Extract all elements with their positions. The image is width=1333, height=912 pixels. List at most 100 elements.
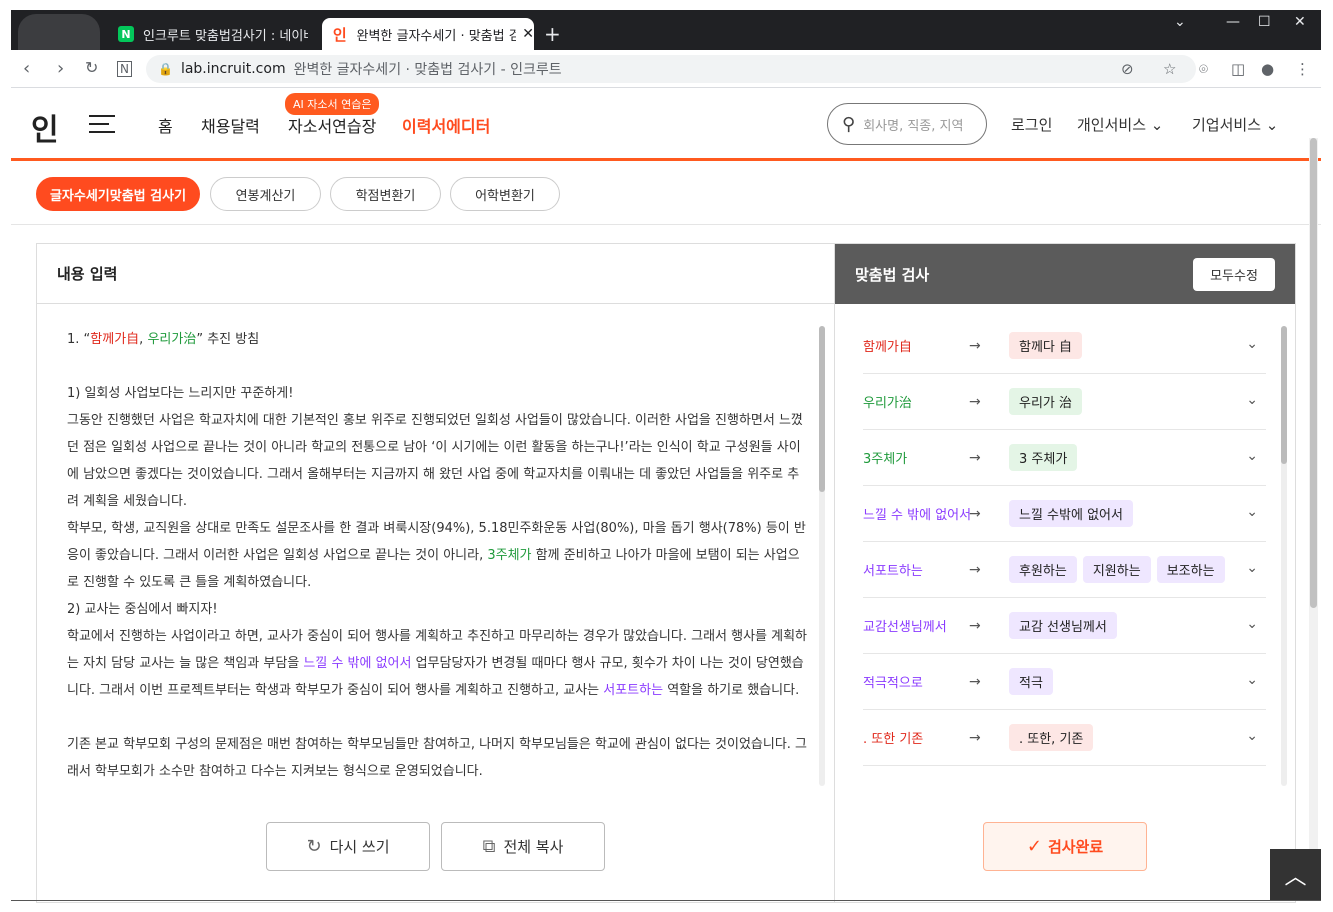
window-frame — [0, 0, 11, 912]
suggestion-chip[interactable]: 적극 — [1009, 668, 1053, 695]
error-highlight[interactable]: 서포트하는 — [603, 683, 663, 698]
error-highlight[interactable]: 우리가治 — [147, 332, 196, 347]
editor-scrollbar[interactable] — [819, 326, 825, 786]
suggestion-group: . 또한, 기존 — [1009, 724, 1094, 751]
suggestion-chip[interactable]: 보조하는 — [1156, 556, 1225, 583]
eye-off-icon[interactable]: ⊘ — [1121, 60, 1134, 78]
error-highlight[interactable]: 함께가自 — [90, 332, 139, 347]
menu-kebab-icon[interactable]: ⋮ — [1295, 60, 1310, 78]
sidepanel-icon[interactable]: ◫ — [1231, 60, 1245, 78]
incruit-favicon-icon: 인 — [332, 25, 347, 44]
error-highlight[interactable]: 느낄 수 밖에 없어서 — [303, 656, 411, 671]
suggestion-chip[interactable]: 함께다 自 — [1009, 332, 1083, 359]
chevron-down-icon[interactable]: ⌄ — [1246, 672, 1258, 688]
chevron-down-icon[interactable]: ⌄ — [1246, 336, 1258, 352]
chevron-down-icon[interactable]: ⌄ — [1246, 616, 1258, 632]
tool-tabs: 글자수세기맞춤법 검사기 연봉계산기 학점변환기 어학변환기 — [11, 162, 1321, 225]
suggestion-chip[interactable]: 지원하는 — [1082, 556, 1151, 583]
maximize-icon[interactable]: ☐ — [1258, 14, 1271, 30]
suggestion-chip[interactable]: . 또한, 기존 — [1009, 724, 1094, 751]
suggestion-chip[interactable]: 교감 선생님께서 — [1009, 612, 1117, 639]
search-input[interactable]: ⚲ 회사명, 직종, 지역 — [827, 103, 987, 145]
chevron-down-icon[interactable]: ⌄ — [1246, 560, 1258, 576]
suggestion-group: 우리가 治 — [1009, 388, 1083, 415]
screenshot-icon[interactable]: ⌾ — [1199, 60, 1208, 78]
bookmark-star-icon[interactable]: ☆ — [1163, 60, 1176, 78]
browser-toolbar: ‹ › ↻ N 🔒 lab.incruit.com 완벽한 글자수세기 · 맞춤… — [11, 50, 1321, 88]
suggestion-chip[interactable]: 3 주체가 — [1009, 444, 1078, 471]
naver-favicon-icon: N — [118, 26, 134, 42]
check-complete-button[interactable]: ✓ 검사완료 — [983, 822, 1147, 871]
nav-home[interactable]: 홈 — [158, 113, 173, 137]
tab-spellcheck[interactable]: 글자수세기맞춤법 검사기 — [36, 177, 200, 211]
tab-salary-calculator[interactable]: 연봉계산기 — [210, 177, 321, 211]
arrow-right-icon: → — [969, 729, 981, 746]
tab-search-icon[interactable]: ⌄ — [1174, 14, 1186, 30]
scroll-top-button[interactable]: ︿ — [1270, 849, 1321, 900]
lock-icon[interactable]: 🔒 — [158, 62, 173, 76]
suggestion-chip[interactable]: 우리가 治 — [1009, 388, 1083, 415]
text-editor[interactable]: 1. “함께가自, 우리가治” 추진 방침 1) 일회성 사업보다는 느리지만 … — [67, 326, 807, 785]
correction-row[interactable]: 적극적으로 → 적극 ⌄ — [863, 654, 1266, 710]
back-icon[interactable]: ‹ — [23, 58, 30, 79]
reload-icon[interactable]: ↻ — [85, 58, 98, 77]
nav-resume-editor[interactable]: 이력서에디터 — [402, 113, 490, 137]
nav-essay-practice[interactable]: 자소서연습장 — [288, 113, 376, 137]
profile-icon[interactable]: ● — [1261, 60, 1274, 78]
original-word: 함께가自 — [863, 340, 912, 355]
correction-row[interactable]: 함께가自 → 함께다 自 ⌄ — [863, 318, 1266, 374]
original-word: 3주체가 — [863, 452, 908, 467]
address-bar[interactable]: 🔒 lab.incruit.com 완벽한 글자수세기 · 맞춤법 검사기 - … — [146, 55, 1196, 83]
chevron-down-icon[interactable]: ⌄ — [1246, 448, 1258, 464]
correction-row[interactable]: 우리가治 → 우리가 治 ⌄ — [863, 374, 1266, 430]
correction-row[interactable]: . 또한 기존 → . 또한, 기존 ⌄ — [863, 710, 1266, 766]
correction-row[interactable]: 교감선생님께서 → 교감 선생님께서 ⌄ — [863, 598, 1266, 654]
check-icon: ✓ — [1026, 836, 1042, 857]
suggestion-group: 함께다 自 — [1009, 332, 1083, 359]
error-highlight[interactable]: 3주체가 — [487, 548, 531, 563]
original-word: 교감선생님께서 — [863, 620, 947, 635]
window-bottom-border — [11, 900, 1321, 901]
forward-icon[interactable]: › — [57, 58, 64, 79]
correction-scrollbar[interactable] — [1281, 326, 1287, 786]
profile-avatar[interactable] — [18, 14, 100, 50]
copy-all-button[interactable]: ⧉ 전체 복사 — [441, 822, 605, 871]
suggestion-chip[interactable]: 후원하는 — [1009, 556, 1077, 583]
spellcheck-panel: 맞춤법 검사 모두수정 함께가自 → 함께다 自 ⌄ 우리가治 → 우리가 治 ⌄ 3주체가 → 3… — [834, 243, 1296, 903]
personal-services-menu[interactable]: 개인서비스 ⌄ — [1077, 114, 1163, 135]
correction-row[interactable]: 3주체가 → 3 주체가 ⌄ — [863, 430, 1266, 486]
tab-language-converter[interactable]: 어학변환기 — [450, 177, 560, 211]
close-tab-icon[interactable]: ✕ — [522, 26, 534, 42]
text-paragraph: 학부모, 학생, 교직원을 상대로 만족도 설문조사를 한 결과 벼룩시장(94… — [67, 521, 806, 590]
spellcheck-title: 맞춤법 검사 — [855, 265, 930, 284]
page-scrollbar[interactable] — [1309, 138, 1318, 898]
suggestion-group: 느낄 수밖에 없어서 — [1009, 500, 1133, 527]
chevron-down-icon[interactable]: ⌄ — [1246, 392, 1258, 408]
hamburger-menu-icon[interactable] — [89, 115, 115, 139]
correction-row[interactable]: 서포트하는 → 후원하는 지원하는 보조하는 ⌄ — [863, 542, 1266, 598]
browser-tab-naver[interactable]: N 인크루트 맞춤법검사기 : 네이버 — [108, 18, 318, 50]
login-link[interactable]: 로그인 — [1011, 114, 1052, 135]
correction-row[interactable]: 느낄 수 밖에 없어서 → 느낄 수밖에 없어서 ⌄ — [863, 486, 1266, 542]
chevron-down-icon[interactable]: ⌄ — [1246, 504, 1258, 520]
rewrite-button[interactable]: ↻ 다시 쓰기 — [266, 822, 430, 871]
suggestion-chip[interactable]: 느낄 수밖에 없어서 — [1009, 500, 1133, 527]
text-line: 2) 교사는 중심에서 빠지자! — [67, 602, 218, 617]
naver-extension-icon[interactable]: N — [117, 61, 132, 77]
browser-tab-incruit[interactable]: 인 완벽한 글자수세기 · 맞춤법 검사 ✕ — [322, 18, 534, 50]
nav-calendar[interactable]: 채용달력 — [201, 113, 260, 137]
arrow-right-icon: → — [969, 393, 981, 410]
incruit-logo[interactable]: 인 — [31, 105, 59, 149]
chevron-down-icon: ⌄ — [1150, 116, 1164, 134]
minimize-icon[interactable]: — — [1226, 14, 1240, 30]
new-tab-button[interactable]: + — [544, 22, 561, 46]
fix-all-button[interactable]: 모두수정 — [1193, 258, 1275, 291]
arrow-right-icon: → — [969, 505, 981, 522]
url-page-title: 완벽한 글자수세기 · 맞춤법 검사기 - 인크루트 — [293, 62, 562, 78]
close-window-icon[interactable]: ✕ — [1294, 14, 1306, 30]
refresh-icon: ↻ — [306, 836, 322, 857]
tab-gpa-converter[interactable]: 학점변환기 — [330, 177, 441, 211]
business-services-menu[interactable]: 기업서비스 ⌄ — [1192, 114, 1278, 135]
search-placeholder: 회사명, 직종, 지역 — [863, 118, 964, 134]
chevron-down-icon[interactable]: ⌄ — [1246, 728, 1258, 744]
